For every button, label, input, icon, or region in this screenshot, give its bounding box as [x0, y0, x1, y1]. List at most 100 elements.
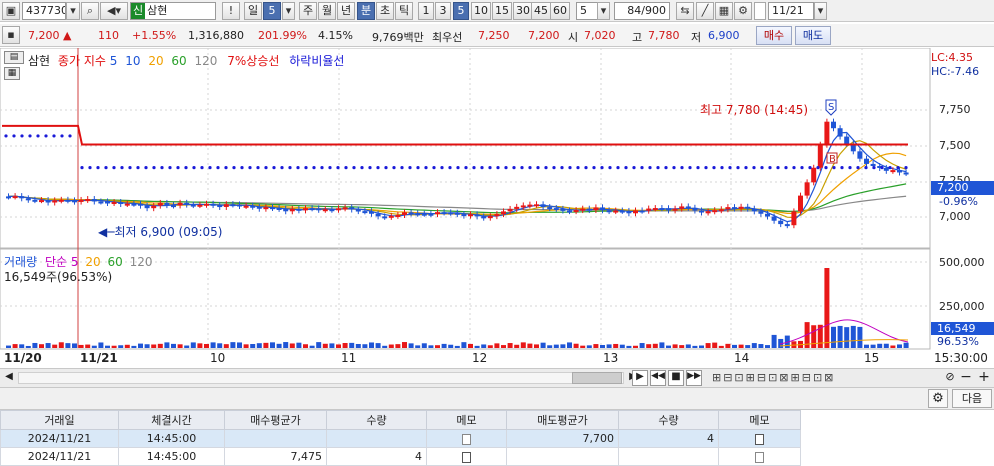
play-icon[interactable]: ▶ [632, 370, 648, 386]
tf-year-button[interactable]: 년 [337, 2, 355, 20]
calc-icon[interactable]: ▦ [4, 67, 20, 80]
time-label-11: 11 [341, 351, 357, 365]
legend-box-icon[interactable]: ▤ [4, 51, 24, 64]
next-button[interactable]: 다음 [952, 389, 992, 408]
code-dropdown-icon[interactable]: ▾ [66, 2, 80, 20]
zoom-reset-icon[interactable]: ⊘ [942, 370, 958, 386]
sound-icon[interactable]: ◀▾ [100, 2, 128, 20]
high-annotation: 최고 7,780 (14:45) [700, 103, 809, 117]
indicator-icon[interactable]: ╱ [696, 2, 714, 20]
page-current: 84 [627, 4, 642, 17]
candle-body [580, 208, 586, 211]
table-row[interactable]: 2024/11/21 14:45:00 7,700 4 [0, 429, 801, 448]
candle-body [487, 216, 493, 219]
tf-tick-button[interactable]: 틱 [395, 2, 413, 20]
candle-body [553, 208, 559, 211]
min-15-button[interactable]: 15 [492, 2, 512, 20]
fall-line-dot [456, 166, 460, 170]
volume-bar [692, 345, 698, 348]
fall-line-dot [688, 166, 692, 170]
fall-line-dot [720, 166, 724, 170]
tf-month-button[interactable]: 월 [318, 2, 336, 20]
buy-button[interactable]: 매수 [756, 26, 792, 45]
cell-buy-memo[interactable] [426, 447, 507, 466]
zoom-in-icon[interactable]: + [976, 369, 992, 385]
scroll-track[interactable] [18, 372, 624, 384]
window-icon[interactable]: ▣ [2, 2, 20, 20]
period-dropdown-icon[interactable]: ▾ [282, 2, 295, 20]
min-5-button[interactable]: 5 [453, 2, 469, 20]
col-buy-avg[interactable]: 매수평균가 [224, 410, 327, 430]
min-10-button[interactable]: 10 [471, 2, 491, 20]
sell-button[interactable]: 매도 [795, 26, 831, 45]
chart-canvas[interactable]: SB [0, 48, 994, 368]
cell-time: 14:45:00 [118, 447, 225, 466]
open-value: 7,020 [584, 29, 616, 42]
tf-minute-button[interactable]: 분 [357, 2, 375, 20]
stock-name-field[interactable]: 신 삼현 [130, 2, 216, 20]
panel-gear-icon[interactable]: ⚙ [928, 389, 948, 408]
min-45-button[interactable]: 45 [531, 2, 551, 20]
expand-icon[interactable]: ▪ [2, 26, 20, 44]
cell-buy-memo[interactable] [426, 429, 507, 448]
date-dropdown-icon[interactable]: ▾ [814, 2, 827, 20]
drawing-tools-icons[interactable]: ⊞⊟⊡⊞⊟⊡⊠⊞⊟⊡⊠ [712, 371, 835, 384]
page-counter[interactable]: 84/900 [614, 2, 670, 20]
rewind-icon[interactable]: ◀◀ [650, 370, 666, 386]
volume-bar [732, 344, 737, 348]
stop-icon[interactable]: ■ [668, 370, 684, 386]
min-3-button[interactable]: 3 [435, 2, 451, 20]
date-input[interactable]: 11/21 [768, 2, 814, 20]
count-dropdown-icon[interactable]: ▾ [597, 2, 610, 20]
col-sell-memo[interactable]: 메모 [718, 410, 801, 430]
fall-line-dot [160, 166, 164, 170]
memo-filled-icon[interactable] [462, 451, 471, 463]
stock-name: 삼현 [147, 4, 168, 17]
link-icon[interactable]: ⇆ [676, 2, 694, 20]
search-icon[interactable]: ⌕ [81, 2, 99, 20]
tf-week-button[interactable]: 주 [299, 2, 317, 20]
forward-icon[interactable]: ▶▶ [686, 370, 702, 386]
scroll-thumb[interactable] [572, 372, 622, 384]
volume-bar [613, 343, 619, 348]
memo-icon[interactable] [755, 451, 764, 463]
min-1-button[interactable]: 1 [418, 2, 434, 20]
col-time[interactable]: 체결시간 [118, 410, 225, 430]
memo-filled-icon[interactable] [755, 433, 764, 445]
volume-bar [705, 343, 711, 348]
alert-button[interactable]: ! [222, 2, 240, 20]
volume-bar [375, 343, 381, 348]
scroll-left-icon[interactable]: ◀ [2, 371, 16, 385]
volume-bar [164, 342, 170, 348]
table-row[interactable]: 2024/11/21 14:45:00 7,475 4 [0, 447, 801, 466]
candle-body [369, 211, 374, 214]
volume-bar [124, 344, 130, 348]
cell-sell-memo[interactable] [718, 429, 801, 448]
fall-line-dot [640, 166, 644, 170]
col-date[interactable]: 거래일 [0, 410, 119, 430]
tf-second-button[interactable]: 초 [376, 2, 394, 20]
gear-icon[interactable]: ⚙ [734, 2, 752, 20]
memo-icon[interactable] [462, 433, 471, 445]
candle-body [32, 199, 38, 202]
min-60-button[interactable]: 60 [550, 2, 570, 20]
period-value-button[interactable]: 5 [263, 2, 281, 20]
price-chart[interactable]: SB ▤ ▦ 삼현 종가 지수 5 10 20 60 120 7%상승선 하락비… [0, 48, 994, 368]
volume-bar [217, 343, 223, 348]
col-buy-memo[interactable]: 메모 [426, 410, 507, 430]
volume-bar [679, 345, 685, 348]
grid-icon[interactable]: ▦ [715, 2, 733, 20]
col-sell-qty[interactable]: 수량 [618, 410, 719, 430]
fall-line-dot [432, 166, 436, 170]
stock-code-input[interactable]: 437730 [22, 2, 66, 20]
col-sell-avg[interactable]: 매도평균가 [506, 410, 619, 430]
volume-bar [646, 344, 652, 348]
period-day-button[interactable]: 일 [244, 2, 262, 20]
zoom-out-icon[interactable]: − [958, 369, 974, 385]
col-buy-qty[interactable]: 수량 [326, 410, 427, 430]
count-input[interactable]: 5 [576, 2, 598, 20]
min-30-button[interactable]: 30 [513, 2, 533, 20]
fall-line-dot [616, 166, 620, 170]
date-checkbox[interactable] [754, 2, 766, 20]
cell-sell-memo[interactable] [718, 447, 801, 466]
